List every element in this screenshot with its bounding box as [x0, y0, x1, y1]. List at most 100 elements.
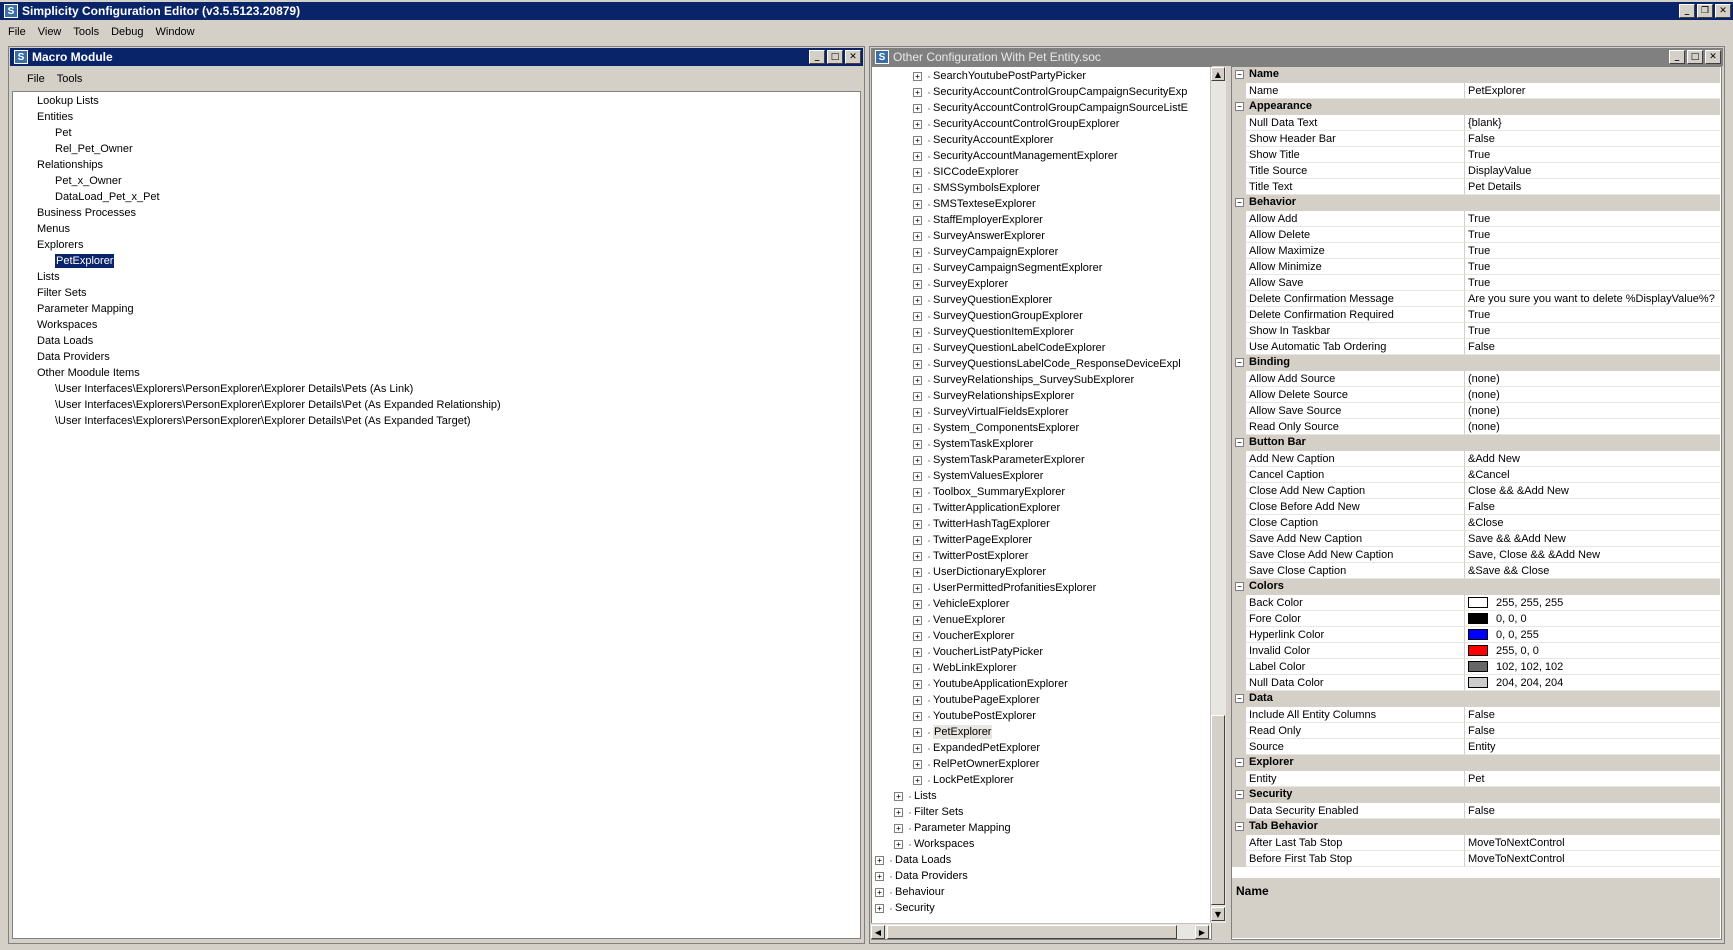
config-tree-item[interactable]: Filter Sets: [914, 805, 964, 819]
collapse-icon[interactable]: −: [1235, 790, 1244, 799]
property-value[interactable]: {blank}: [1465, 115, 1720, 131]
macro-tree-item[interactable]: Entities: [37, 110, 73, 124]
property-row[interactable]: Null Data Color 204, 204, 204: [1232, 675, 1720, 691]
expand-toggle-icon[interactable]: +: [913, 680, 922, 689]
collapse-icon[interactable]: −: [1235, 198, 1244, 207]
expand-toggle-icon[interactable]: +: [913, 296, 922, 305]
config-minimize-button[interactable]: _: [1669, 50, 1685, 64]
expand-toggle-icon[interactable]: +: [913, 120, 922, 129]
config-tree-item[interactable]: SecurityAccountControlGroupCampaignSecur…: [933, 85, 1187, 99]
config-tree-item[interactable]: SurveyExplorer: [933, 277, 1008, 291]
property-value[interactable]: True: [1465, 323, 1720, 339]
hscroll-thumb[interactable]: [887, 925, 1177, 939]
expand-toggle-icon[interactable]: +: [894, 808, 903, 817]
config-tree-item[interactable]: SurveyCampaignSegmentExplorer: [933, 261, 1102, 275]
config-tree-item[interactable]: TwitterApplicationExplorer: [933, 501, 1060, 515]
property-value[interactable]: True: [1465, 307, 1720, 323]
expand-toggle-icon[interactable]: +: [913, 408, 922, 417]
macro-tree-item[interactable]: Filter Sets: [37, 286, 87, 300]
config-tree-item[interactable]: SecurityAccountControlGroupCampaignSourc…: [933, 101, 1188, 115]
scroll-down-button[interactable]: ▼: [1211, 907, 1225, 921]
property-row[interactable]: Hyperlink Color 0, 0, 255: [1232, 627, 1720, 643]
expand-toggle-icon[interactable]: +: [875, 888, 884, 897]
config-tree-item[interactable]: SurveyQuestionExplorer: [933, 293, 1052, 307]
expand-toggle-icon[interactable]: +: [913, 696, 922, 705]
config-tree-item[interactable]: System_ComponentsExplorer: [933, 421, 1079, 435]
config-tree-item[interactable]: Toolbox_SummaryExplorer: [933, 485, 1065, 499]
expand-toggle-icon[interactable]: +: [913, 616, 922, 625]
property-row[interactable]: Data Security Enabled False: [1232, 803, 1720, 819]
scroll-thumb[interactable]: [1211, 715, 1225, 905]
expand-toggle-icon[interactable]: +: [913, 760, 922, 769]
config-tree-item[interactable]: TwitterPageExplorer: [933, 533, 1032, 547]
property-category[interactable]: − Explorer: [1232, 755, 1720, 771]
expand-toggle-icon[interactable]: +: [913, 248, 922, 257]
macro-tree-item[interactable]: \User Interfaces\Explorers\PersonExplore…: [55, 398, 501, 412]
config-tree-item[interactable]: Workspaces: [914, 837, 974, 851]
config-tree-item[interactable]: SystemTaskExplorer: [933, 437, 1033, 451]
expand-toggle-icon[interactable]: +: [913, 568, 922, 577]
macro-tree-item[interactable]: Explorers: [37, 238, 83, 252]
config-tree-item[interactable]: SurveyQuestionsLabelCode_ResponseDeviceE…: [933, 357, 1181, 371]
config-tree-item[interactable]: UserPermittedProfanitiesExplorer: [933, 581, 1096, 595]
macro-tree-item[interactable]: Menus: [37, 222, 70, 236]
config-tree-item[interactable]: PetExplorer: [933, 725, 993, 739]
expand-toggle-icon[interactable]: +: [913, 520, 922, 529]
config-tree-item[interactable]: YoutubeApplicationExplorer: [933, 677, 1068, 691]
property-value[interactable]: (none): [1465, 403, 1720, 419]
expand-toggle-icon[interactable]: +: [913, 344, 922, 353]
expand-toggle-icon[interactable]: +: [913, 584, 922, 593]
app-close-button[interactable]: ✕: [1715, 4, 1731, 18]
expand-toggle-icon[interactable]: +: [913, 184, 922, 193]
property-row[interactable]: Before First Tab Stop MoveToNextControl: [1232, 851, 1720, 867]
expand-toggle-icon[interactable]: +: [913, 664, 922, 673]
menu-file[interactable]: File: [2, 26, 32, 38]
property-value[interactable]: Save && &Add New: [1465, 531, 1720, 547]
macro-tree-item[interactable]: \User Interfaces\Explorers\PersonExplore…: [55, 382, 413, 396]
property-row[interactable]: Save Add New Caption Save && &Add New: [1232, 531, 1720, 547]
property-value[interactable]: Close && &Add New: [1465, 483, 1720, 499]
property-row[interactable]: Source Entity: [1232, 739, 1720, 755]
config-tree-item[interactable]: SICCodeExplorer: [933, 165, 1019, 179]
property-category[interactable]: − Colors: [1232, 579, 1720, 595]
config-tree-item[interactable]: Parameter Mapping: [914, 821, 1011, 835]
macro-tree-item[interactable]: Workspaces: [37, 318, 97, 332]
property-category[interactable]: − Security: [1232, 787, 1720, 803]
expand-toggle-icon[interactable]: +: [913, 424, 922, 433]
expand-toggle-icon[interactable]: +: [913, 232, 922, 241]
macro-tree-item[interactable]: Pet_x_Owner: [55, 174, 122, 188]
expand-toggle-icon[interactable]: +: [913, 360, 922, 369]
expand-toggle-icon[interactable]: +: [913, 600, 922, 609]
expand-toggle-icon[interactable]: +: [913, 392, 922, 401]
expand-toggle-icon[interactable]: +: [913, 88, 922, 97]
property-value[interactable]: Save, Close && &Add New: [1465, 547, 1720, 563]
config-tree-item[interactable]: ExpandedPetExplorer: [933, 741, 1040, 755]
expand-toggle-icon[interactable]: +: [913, 536, 922, 545]
expand-toggle-icon[interactable]: +: [913, 744, 922, 753]
menu-view[interactable]: View: [32, 26, 68, 38]
property-value[interactable]: False: [1465, 707, 1720, 723]
config-tree-item[interactable]: SecurityAccountManagementExplorer: [933, 149, 1118, 163]
macro-tree-item[interactable]: Lists: [37, 270, 60, 284]
property-category[interactable]: − Data: [1232, 691, 1720, 707]
property-row[interactable]: Close Add New Caption Close && &Add New: [1232, 483, 1720, 499]
macro-tree-item[interactable]: Pet: [55, 126, 72, 140]
property-row[interactable]: Allow Save Source (none): [1232, 403, 1720, 419]
expand-toggle-icon[interactable]: +: [913, 152, 922, 161]
config-tree-item[interactable]: SurveyQuestionGroupExplorer: [933, 309, 1083, 323]
property-row[interactable]: Title Text Pet Details: [1232, 179, 1720, 195]
config-tree-item[interactable]: SurveyRelationshipsExplorer: [933, 389, 1074, 403]
config-tree-item[interactable]: SurveyCampaignExplorer: [933, 245, 1058, 259]
property-row[interactable]: Read Only False: [1232, 723, 1720, 739]
config-tree-item[interactable]: UserDictionaryExplorer: [933, 565, 1046, 579]
property-value[interactable]: MoveToNextControl: [1465, 851, 1720, 867]
expand-toggle-icon[interactable]: +: [913, 280, 922, 289]
property-value[interactable]: True: [1465, 259, 1720, 275]
expand-toggle-icon[interactable]: +: [913, 328, 922, 337]
expand-toggle-icon[interactable]: +: [913, 104, 922, 113]
property-value[interactable]: (none): [1465, 371, 1720, 387]
property-row[interactable]: Include All Entity Columns False: [1232, 707, 1720, 723]
config-tree-hscrollbar[interactable]: ◀ ▶: [871, 923, 1210, 939]
property-value[interactable]: True: [1465, 227, 1720, 243]
macro-tree-item[interactable]: Relationships: [37, 158, 103, 172]
